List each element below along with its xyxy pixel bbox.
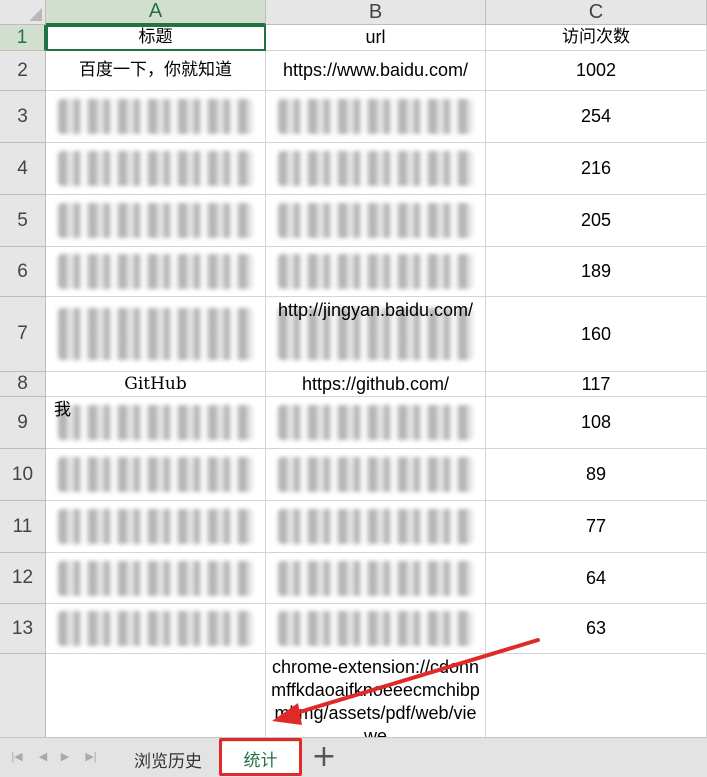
url-cell[interactable] — [266, 397, 486, 449]
title-cell[interactable] — [46, 195, 266, 247]
url-cell[interactable] — [266, 143, 486, 195]
visits-cell[interactable]: 108 — [486, 397, 707, 449]
tab-statistics[interactable]: 统计 — [222, 742, 299, 776]
row-header[interactable]: 7 — [0, 297, 46, 372]
redacted-content — [277, 202, 474, 239]
title-cell[interactable] — [46, 91, 266, 143]
redacted-content — [277, 254, 474, 289]
url-cell[interactable] — [266, 553, 486, 604]
visits-cell[interactable]: 189 — [486, 247, 707, 297]
title-cell[interactable]: GitHub — [46, 372, 266, 397]
url-cell[interactable]: http://jingyan.baidu.com/ — [266, 297, 486, 372]
redacted-content — [277, 508, 474, 545]
redacted-content — [57, 254, 254, 289]
redacted-content — [277, 150, 474, 187]
column-header-b[interactable]: B — [266, 0, 486, 25]
redacted-content — [57, 150, 254, 187]
redacted-content — [277, 611, 474, 646]
redacted-content — [57, 560, 254, 596]
partial-text: http://jingyan.baidu.com/ — [277, 300, 474, 320]
visits-cell[interactable]: 160 — [486, 297, 707, 372]
url-cell[interactable] — [266, 195, 486, 247]
url-cell[interactable] — [266, 91, 486, 143]
column-header-a[interactable]: A — [46, 0, 266, 25]
url-cell[interactable]: https://github.com/ — [266, 372, 486, 397]
redacted-content — [57, 98, 254, 135]
visits-cell[interactable]: 254 — [486, 91, 707, 143]
row-header[interactable]: 11 — [0, 501, 46, 553]
row-header[interactable]: 9 — [0, 397, 46, 449]
redacted-content — [57, 202, 254, 239]
column-header-c[interactable]: C — [486, 0, 707, 25]
visits-cell[interactable]: 1002 — [486, 51, 707, 91]
visits-cell[interactable]: 205 — [486, 195, 707, 247]
corner-triangle-icon — [29, 8, 42, 21]
first-sheet-icon[interactable]: |◀ — [8, 750, 26, 763]
select-all-corner[interactable] — [0, 0, 46, 25]
title-cell[interactable] — [46, 604, 266, 654]
url-cell[interactable]: https://www.baidu.com/ — [266, 51, 486, 91]
next-sheet-icon[interactable]: ▶ — [56, 750, 74, 763]
row-header[interactable]: 1 — [0, 25, 46, 51]
visits-cell[interactable]: 77 — [486, 501, 707, 553]
last-sheet-icon[interactable]: ▶| — [82, 750, 100, 763]
row-header[interactable]: 12 — [0, 553, 46, 604]
url-cell[interactable]: chrome-extension://cdonnmffkdaoajfknoeee… — [266, 654, 486, 737]
title-cell[interactable] — [46, 247, 266, 297]
title-cell[interactable] — [46, 501, 266, 553]
visits-cell[interactable] — [486, 654, 707, 737]
redacted-content — [277, 456, 474, 493]
row-header[interactable]: 4 — [0, 143, 46, 195]
visits-cell[interactable]: 63 — [486, 604, 707, 654]
spreadsheet-grid[interactable]: ABC 1 2 3 4 5 6 7 8 9 10 11 12 13 标题 url 访问次数 百度一下，你就知道… — [0, 0, 707, 737]
prev-sheet-icon[interactable]: ◀ — [34, 750, 52, 763]
url-cell[interactable]: url — [266, 25, 486, 51]
partial-text: 我 — [54, 400, 71, 420]
title-cell[interactable] — [46, 654, 266, 737]
row-header[interactable]: 10 — [0, 449, 46, 501]
url-cell[interactable] — [266, 604, 486, 654]
redacted-content — [57, 404, 254, 441]
row-header[interactable]: 3 — [0, 91, 46, 143]
redacted-content — [57, 508, 254, 545]
row-header[interactable]: 13 — [0, 604, 46, 654]
visits-cell[interactable]: 216 — [486, 143, 707, 195]
title-cell[interactable]: 百度一下，你就知道 — [46, 51, 266, 91]
title-cell[interactable] — [46, 297, 266, 372]
visits-cell[interactable]: 117 — [486, 372, 707, 397]
redacted-content — [57, 308, 254, 360]
visits-cell[interactable]: 64 — [486, 553, 707, 604]
url-cell[interactable] — [266, 247, 486, 297]
title-cell[interactable] — [46, 553, 266, 604]
row-header[interactable] — [0, 654, 46, 737]
redacted-content — [277, 560, 474, 596]
visits-cell[interactable]: 89 — [486, 449, 707, 501]
title-cell[interactable] — [46, 143, 266, 195]
title-cell[interactable]: 标题 — [46, 25, 266, 51]
visits-cell[interactable]: 访问次数 — [486, 25, 707, 51]
url-cell[interactable] — [266, 449, 486, 501]
redacted-content — [57, 456, 254, 493]
title-cell[interactable]: 我 — [46, 397, 266, 449]
redacted-content — [57, 611, 254, 646]
row-header[interactable]: 6 — [0, 247, 46, 297]
row-header[interactable]: 5 — [0, 195, 46, 247]
url-cell[interactable] — [266, 501, 486, 553]
add-sheet-icon[interactable]: + — [310, 742, 338, 773]
redacted-content — [277, 98, 474, 135]
row-header[interactable]: 8 — [0, 372, 46, 397]
title-cell[interactable] — [46, 449, 266, 501]
sheet-tab-bar: |◀ ◀ ▶ ▶| 浏览历史 统计 + — [0, 737, 707, 777]
tab-browse-history[interactable]: 浏览历史 — [120, 742, 216, 776]
row-header[interactable]: 2 — [0, 51, 46, 91]
redacted-content — [277, 404, 474, 441]
